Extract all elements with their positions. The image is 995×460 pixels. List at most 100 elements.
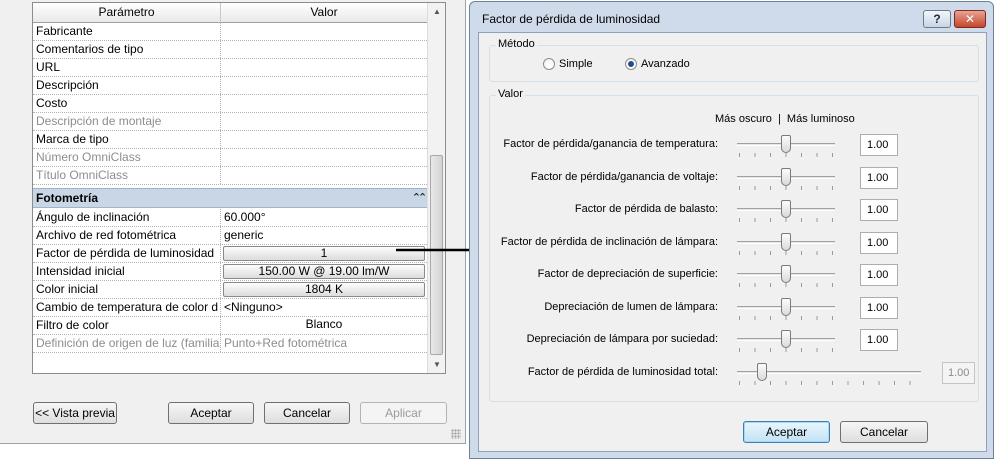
- parameter-name: URL: [33, 59, 221, 76]
- table-row[interactable]: Definición de origen de luz (familia Punt…: [33, 335, 427, 353]
- ok-button[interactable]: Aceptar: [168, 402, 254, 424]
- cancel-button[interactable]: Cancelar: [264, 402, 350, 424]
- dialog-cancel-button[interactable]: Cancelar: [840, 421, 928, 443]
- total-value-field: 1.00: [942, 362, 975, 384]
- table-row[interactable]: Color inicial 1804 K: [33, 281, 427, 299]
- table-row[interactable]: Número OmniClass: [33, 149, 427, 167]
- table-row[interactable]: Título OmniClass: [33, 167, 427, 185]
- photometry-group-header[interactable]: Fotometría ⌃⌃: [33, 188, 427, 208]
- slider-ticks: [739, 218, 833, 222]
- column-header-parameter[interactable]: Parámetro: [33, 3, 221, 23]
- slider-thumb[interactable]: [781, 330, 791, 348]
- scale-header: Más oscuro | Más luminoso: [715, 113, 855, 125]
- table-row[interactable]: Descripción: [33, 77, 427, 95]
- parameter-name: Ángulo de inclinación: [33, 209, 221, 226]
- factor-value-field[interactable]: 1.00: [860, 134, 898, 156]
- grid-header: Parámetro Valor: [33, 3, 427, 23]
- scroll-down-arrow-icon[interactable]: ▼: [428, 356, 445, 373]
- apply-button[interactable]: Aplicar: [360, 402, 447, 424]
- factor-value-field[interactable]: 1.00: [860, 232, 898, 254]
- table-row[interactable]: Intensidad inicial 150.00 W @ 19.00 lm/W: [33, 263, 427, 281]
- method-group-label: Método: [496, 38, 537, 50]
- value-edit-button[interactable]: 1804 K: [223, 282, 425, 297]
- table-row[interactable]: Ángulo de inclinación 60.000°: [33, 209, 427, 227]
- close-button[interactable]: ✕: [954, 10, 986, 28]
- parameter-value[interactable]: [221, 77, 427, 94]
- resize-grip-icon[interactable]: [451, 429, 461, 439]
- parameter-name: Color inicial: [33, 281, 221, 298]
- slider-label: Factor de pérdida de balasto:: [574, 203, 718, 215]
- radio-simple-indicator[interactable]: [543, 58, 555, 70]
- parameter-value[interactable]: [221, 59, 427, 76]
- slider-thumb[interactable]: [781, 200, 791, 218]
- slider-ticks: [739, 316, 833, 320]
- method-simple-radio[interactable]: Simple: [543, 58, 593, 70]
- factor-slider-row: Depreciación de lámpara por suciedad: 1.0…: [479, 329, 988, 352]
- column-header-value[interactable]: Valor: [221, 3, 427, 23]
- double-chevron-up-icon[interactable]: ⌃⌃: [409, 189, 427, 207]
- method-advanced-radio[interactable]: Avanzado: [625, 58, 690, 70]
- parameter-value[interactable]: [221, 41, 427, 58]
- parameter-name: Comentarios de tipo: [33, 41, 221, 58]
- slider-thumb[interactable]: [781, 298, 791, 316]
- parameter-value: Blanco: [221, 317, 427, 334]
- parameter-name: Título OmniClass: [33, 167, 221, 184]
- parameter-name: Filtro de color: [33, 317, 221, 334]
- slider-ticks: [739, 153, 833, 157]
- parameter-value: [221, 113, 427, 130]
- table-row[interactable]: Cambio de temperatura de color d <Ninguno…: [33, 299, 427, 317]
- slider-thumb: [757, 363, 767, 381]
- dialog-ok-button[interactable]: Aceptar: [743, 421, 830, 443]
- parameter-name: Definición de origen de luz (familia: [33, 335, 221, 352]
- parameter-name: Descripción: [33, 77, 221, 94]
- grid-vertical-scrollbar[interactable]: ▲ ▼: [427, 3, 445, 373]
- preview-button[interactable]: << Vista previa: [33, 402, 117, 424]
- parameter-value[interactable]: 60.000°: [221, 209, 427, 226]
- parameter-name: Descripción de montaje: [33, 113, 221, 130]
- table-row[interactable]: Costo: [33, 95, 427, 113]
- parameter-name: Factor de pérdida de luminosidad: [33, 245, 221, 262]
- table-row[interactable]: URL: [33, 59, 427, 77]
- factor-value-field[interactable]: 1.00: [860, 264, 898, 286]
- parameter-value: Punto+Red fotométrica: [224, 336, 348, 350]
- parameter-value[interactable]: <Ninguno>: [221, 299, 427, 316]
- scroll-up-arrow-icon[interactable]: ▲: [428, 3, 445, 20]
- table-row[interactable]: Fabricante: [33, 23, 427, 41]
- parameter-value[interactable]: [221, 131, 427, 148]
- slider-label: Factor de pérdida de inclinación de lámp…: [500, 236, 718, 248]
- group-title: Fotometría: [36, 191, 99, 205]
- factor-slider-row: Factor de pérdida de inclinación de lámp…: [479, 232, 988, 255]
- method-groupbox: Método Simple Avanzado: [489, 38, 979, 82]
- slider-thumb[interactable]: [781, 135, 791, 153]
- light-loss-factor-dialog: Factor de pérdida de luminosidad ? ✕ Mét…: [469, 1, 994, 459]
- parameter-value[interactable]: [221, 95, 427, 112]
- value-edit-button[interactable]: Blanco: [223, 318, 425, 333]
- dialog-titlebar[interactable]: Factor de pérdida de luminosidad ? ✕: [470, 2, 993, 32]
- radio-advanced-indicator[interactable]: [625, 58, 637, 70]
- slider-label: Factor de pérdida de luminosidad total:: [527, 366, 718, 378]
- parameter-name: Número OmniClass: [33, 149, 221, 166]
- parameter-name: Cambio de temperatura de color d: [33, 299, 221, 316]
- factor-value-field[interactable]: 1.00: [860, 329, 898, 351]
- parameter-value[interactable]: [221, 23, 427, 40]
- factor-value-field[interactable]: 1.00: [860, 297, 898, 319]
- table-row[interactable]: Marca de tipo: [33, 131, 427, 149]
- parameter-name: Costo: [33, 95, 221, 112]
- factor-slider-row: Depreciación de lumen de lámpara: 1.00: [479, 297, 988, 320]
- slider-thumb[interactable]: [781, 265, 791, 283]
- slider-ticks: [739, 348, 833, 352]
- help-button[interactable]: ?: [923, 10, 951, 28]
- factor-value-field[interactable]: 1.00: [860, 199, 898, 221]
- slider-ticks: [739, 251, 833, 255]
- factor-value-field[interactable]: 1.00: [860, 167, 898, 189]
- table-row[interactable]: Archivo de red fotométrica generic: [33, 227, 427, 245]
- slider-thumb[interactable]: [781, 168, 791, 186]
- table-row[interactable]: Factor de pérdida de luminosidad 1: [33, 245, 427, 263]
- value-edit-button[interactable]: 150.00 W @ 19.00 lm/W: [223, 264, 425, 279]
- slider-thumb[interactable]: [781, 233, 791, 251]
- table-row[interactable]: Descripción de montaje: [33, 113, 427, 131]
- factor-slider-row: Factor de depreciación de superficie: 1.0…: [479, 264, 988, 287]
- table-row[interactable]: Comentarios de tipo: [33, 41, 427, 59]
- parameter-name: Archivo de red fotométrica: [33, 227, 221, 244]
- table-row[interactable]: Filtro de color Blanco: [33, 317, 427, 335]
